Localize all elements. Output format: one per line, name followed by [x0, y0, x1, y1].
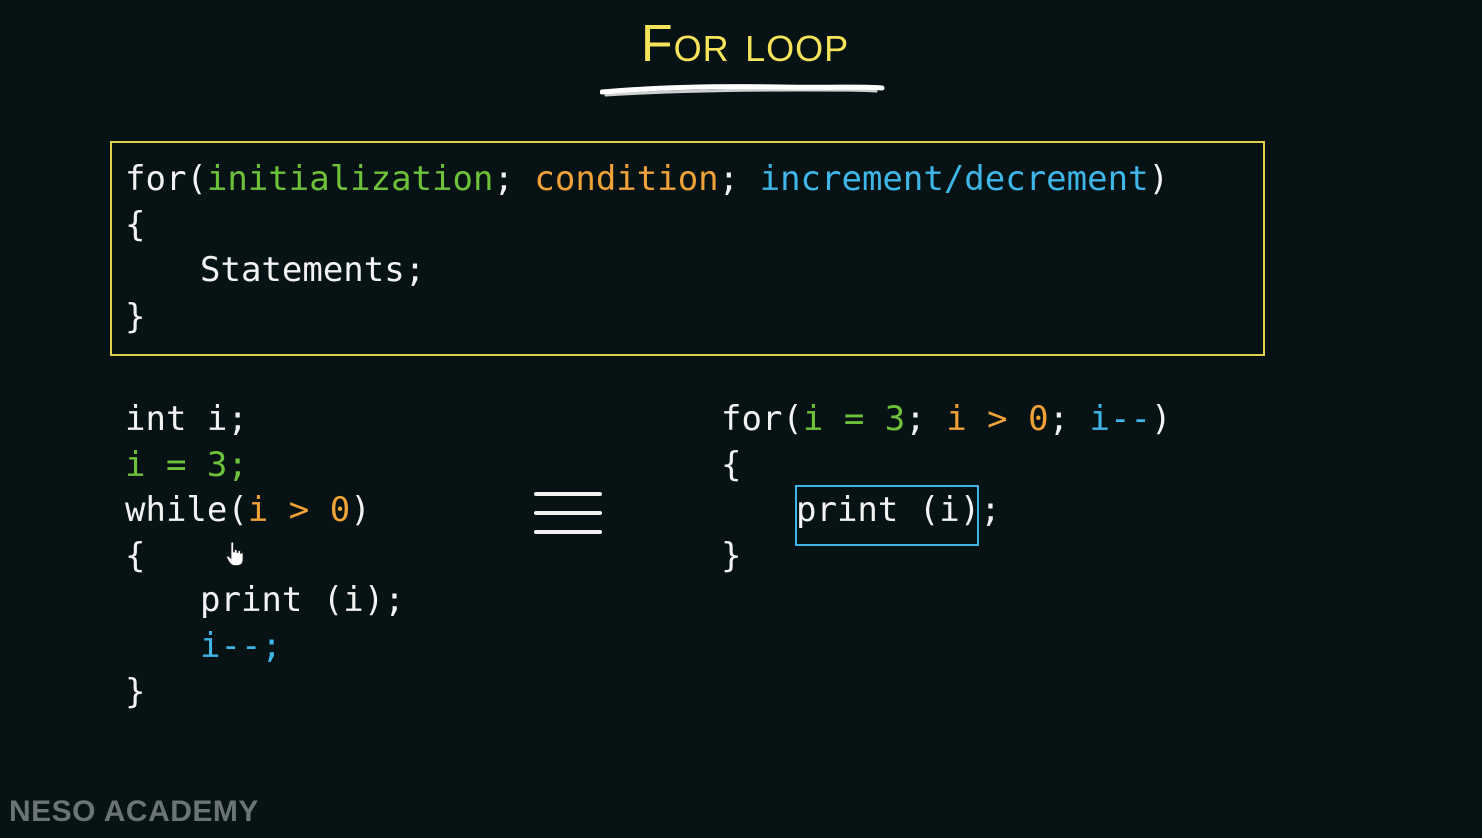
for-keyword: for( — [721, 399, 803, 439]
for-example-close-brace: } — [721, 536, 742, 576]
semicolon: ; — [980, 490, 1001, 530]
while-close-brace: } — [125, 672, 146, 712]
while-header: while(i > 0) — [125, 490, 371, 530]
for-initialization: i = 3 — [802, 399, 906, 439]
equivalence-symbol: ≡ — [534, 492, 602, 538]
close-paren: ) — [1150, 399, 1172, 439]
while-open-brace: { — [125, 536, 146, 576]
for-decrement: i-- — [1089, 399, 1151, 439]
brand-watermark: NESO ACADEMY — [9, 795, 259, 828]
close-paren: ) — [350, 490, 371, 530]
condition-part: condition — [534, 159, 719, 199]
separator: ; — [718, 159, 760, 199]
increment-part: increment/decrement — [759, 159, 1149, 199]
while-decrement: i--; — [200, 626, 282, 666]
while-initialization: i = 3; — [125, 445, 248, 485]
syntax-statements: Statements; — [200, 250, 426, 290]
close-paren: ) — [1148, 159, 1170, 199]
separator: ; — [905, 399, 947, 439]
initialization-part: initialization — [206, 159, 494, 199]
print-call: print (i) — [796, 490, 981, 530]
while-print-statement: print (i); — [200, 580, 405, 620]
while-declaration: int i; — [125, 399, 248, 439]
separator: ; — [1048, 399, 1090, 439]
syntax-line-for: for(initialization; condition; increment… — [125, 159, 1169, 199]
for-keyword: for( — [125, 159, 207, 199]
syntax-close-brace: } — [125, 297, 146, 337]
while-condition: i > 0 — [247, 490, 351, 530]
page-title: For loop — [640, 15, 850, 73]
for-condition: i > 0 — [946, 399, 1049, 439]
title-underline — [600, 84, 885, 97]
separator: ; — [493, 159, 535, 199]
while-keyword: while( — [125, 490, 248, 530]
syntax-open-brace: { — [125, 205, 146, 245]
hand-pointer-icon — [226, 541, 244, 566]
for-example-print-statement: print (i); — [796, 490, 1001, 530]
for-example-header: for(i = 3; i > 0; i--) — [721, 399, 1171, 439]
for-example-open-brace: { — [721, 445, 742, 485]
